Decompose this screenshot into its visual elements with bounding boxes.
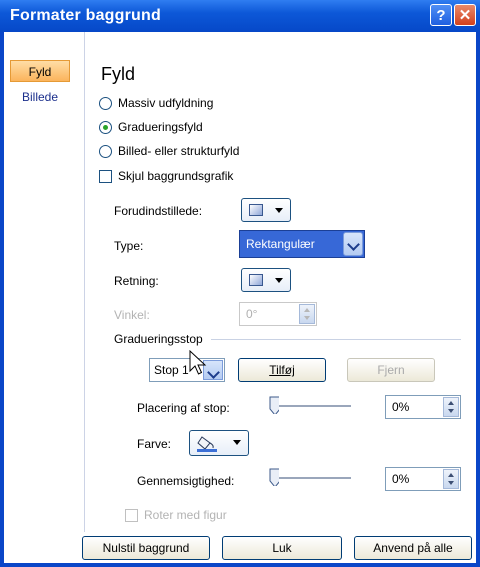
type-select[interactable]: Rektangulær (239, 230, 365, 258)
radio-label: Massiv udfyldning (118, 96, 214, 110)
stop-value: Stop 1 (154, 363, 189, 377)
caret-down-icon (275, 208, 283, 213)
close-button[interactable]: ✕ (454, 4, 476, 26)
spin-buttons[interactable] (443, 397, 459, 417)
radio-button[interactable] (99, 120, 112, 134)
caret-down-icon (275, 278, 283, 283)
chevron-down-icon (347, 238, 360, 251)
transparency-spinner[interactable]: 0% (385, 467, 461, 491)
type-label: Type: (114, 239, 144, 253)
gradient-swatch-icon (249, 204, 263, 216)
slider-thumb-icon[interactable] (269, 468, 279, 486)
stop-select[interactable]: Stop 1 (149, 358, 225, 382)
spin-buttons[interactable] (443, 469, 459, 489)
preset-label: Forudindstillede: (114, 204, 203, 218)
checkbox-label: Skjul baggrundsgrafik (118, 169, 234, 183)
checkbox-rotate-with-shape: Roter med figur (125, 508, 227, 522)
caret-down-icon (233, 440, 241, 445)
radio-solid-fill[interactable]: Massiv udfyldning (99, 96, 213, 110)
checkbox (125, 508, 138, 522)
checkbox-label: Roter med figur (144, 508, 227, 522)
color-dropdown[interactable] (189, 430, 249, 456)
type-value: Rektangulær (246, 237, 315, 251)
stop-position-label: Placering af stop: (137, 401, 230, 415)
radio-picture-fill[interactable]: Billed- eller strukturfyld (99, 144, 239, 158)
gradient-stops-label: Gradueringsstop (114, 332, 203, 346)
transparency-value: 0% (392, 472, 410, 486)
transparency-slider-track[interactable] (271, 477, 351, 480)
checkbox[interactable] (99, 169, 112, 183)
slider-thumb-icon[interactable] (269, 396, 279, 414)
reset-background-button[interactable]: Nulstil baggrund (82, 536, 210, 560)
apply-to-all-button[interactable]: Anvend på alle (354, 536, 472, 560)
stop-position-slider-track[interactable] (271, 405, 351, 408)
section-title: Fyld (101, 64, 136, 84)
angle-label: Vinkel: (114, 308, 150, 322)
dialog-body: Fyld Billede Fyld Massiv udfyldning Grad… (4, 32, 476, 563)
divider (211, 339, 461, 340)
paint-bucket-icon (197, 436, 217, 452)
type-dropdown-button[interactable] (343, 232, 363, 256)
angle-value: 0° (246, 307, 258, 321)
radio-label: Gradueringsfyld (118, 120, 203, 134)
sidebar-item-fill[interactable]: Fyld (10, 60, 70, 82)
stop-position-value: 0% (392, 400, 410, 414)
color-label: Farve: (137, 437, 172, 451)
direction-dropdown[interactable] (241, 268, 291, 292)
sidebar-item-picture[interactable]: Billede (10, 86, 70, 108)
remove-stop-button: Fjern (347, 358, 435, 382)
checkbox-hide-bg-graphics[interactable]: Skjul baggrundsgrafik (99, 169, 233, 183)
angle-spinner: 0° (239, 302, 317, 326)
radio-label: Billed- eller strukturfyld (118, 144, 240, 158)
mouse-cursor-icon (189, 350, 207, 375)
close-dialog-button[interactable]: Luk (222, 536, 342, 560)
category-sidebar: Fyld Billede (4, 32, 78, 532)
preset-dropdown[interactable] (241, 198, 291, 222)
transparency-label: Gennemsigtighed: (137, 474, 235, 488)
stop-position-spinner[interactable]: 0% (385, 395, 461, 419)
radio-button[interactable] (99, 144, 112, 158)
direction-label: Retning: (114, 274, 159, 288)
chevron-down-icon (207, 366, 220, 379)
add-stop-button[interactable]: Tilføj (238, 358, 326, 382)
radio-button[interactable] (99, 96, 112, 110)
help-button[interactable]: ? (430, 4, 452, 26)
dialog-window: Formater baggrund ? ✕ Fyld Billede Fyld … (0, 0, 480, 567)
radio-gradient-fill[interactable]: Gradueringsfyld (99, 120, 203, 134)
window-title: Formater baggrund (10, 7, 161, 24)
gradient-swatch-icon (249, 274, 263, 286)
title-bar[interactable]: Formater baggrund ? ✕ (0, 0, 480, 32)
angle-spin-buttons (299, 304, 315, 324)
fill-panel: Fyld Massiv udfyldning Gradueringsfyld B… (84, 32, 473, 532)
